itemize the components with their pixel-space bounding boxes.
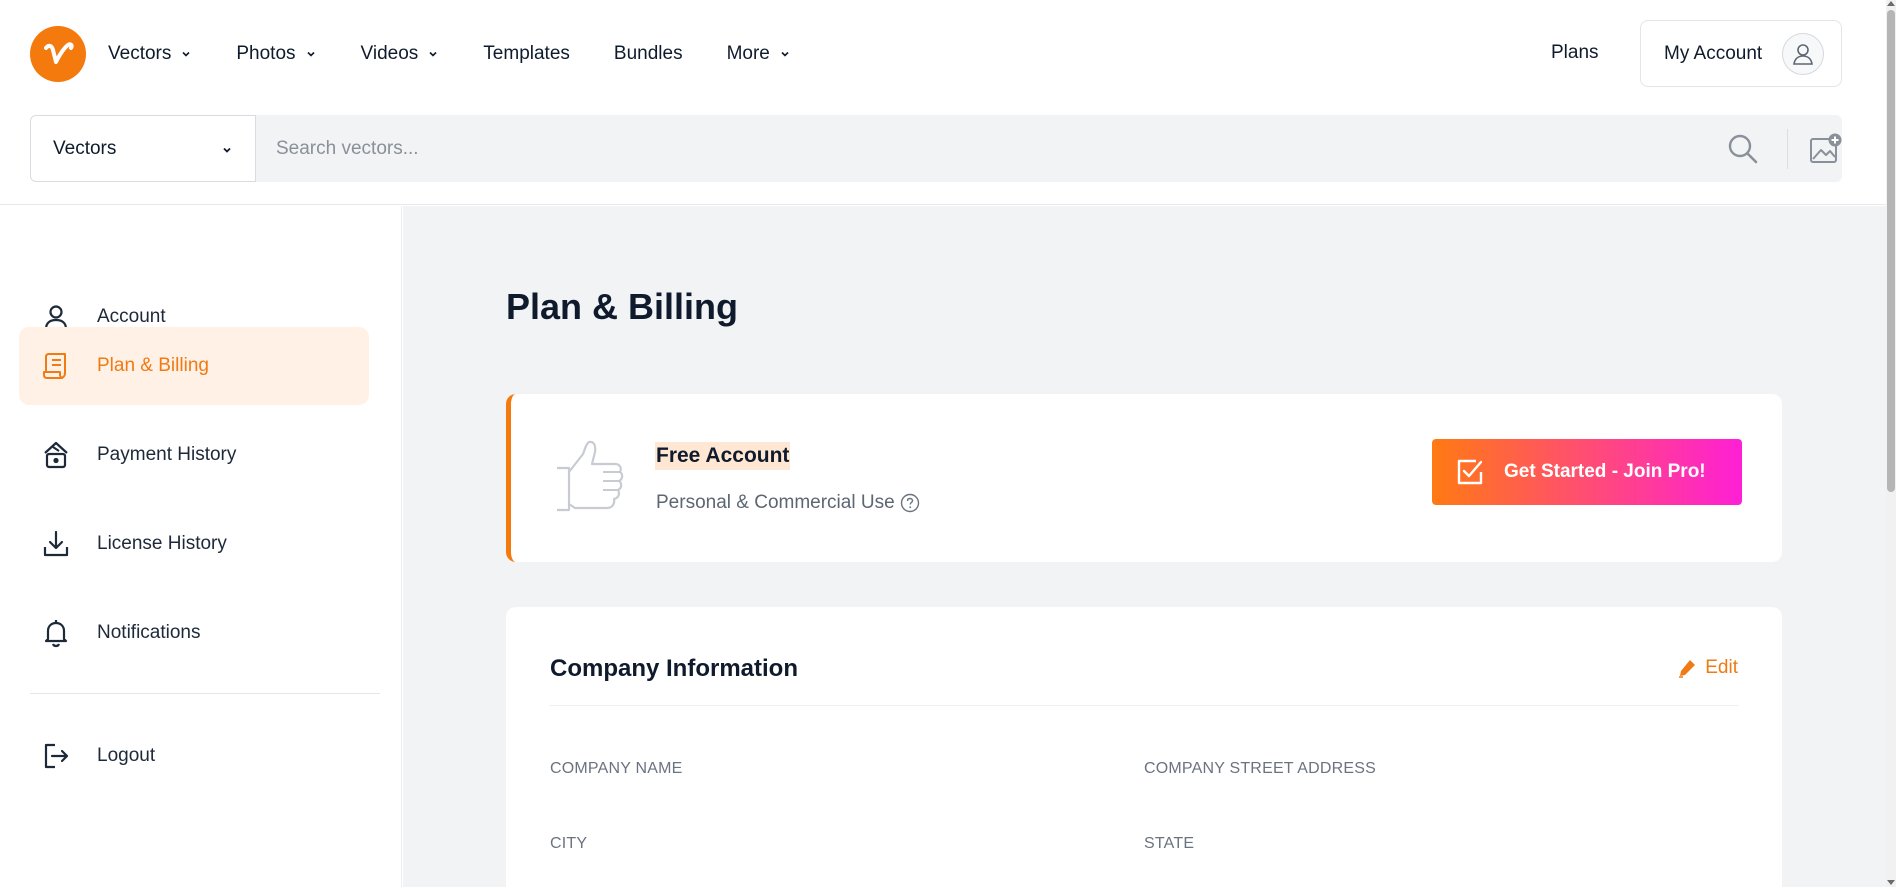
sidebar-item-label: Logout [97,745,156,766]
image-search-icon [1810,133,1842,163]
sidebar-item-label: Payment History [97,444,237,465]
join-pro-button[interactable]: Get Started - Join Pro! [1432,439,1742,505]
search-input[interactable] [276,115,1576,182]
nav-templates-label: Templates [483,43,570,64]
sidebar-item-label: License History [97,533,227,554]
sidebar-item-label: Plan & Billing [97,355,209,376]
field-label-state: STATE [1144,835,1195,852]
company-info-title: Company Information [550,655,799,682]
field-label-city: CITY [550,835,588,852]
top-header: Vectors Photos Videos Templates Bundles … [0,0,1886,205]
thumbs-up-icon [557,440,624,512]
sidebar-item-logout[interactable]: Logout [19,717,369,795]
sidebar-item-label: Notifications [97,622,201,643]
page-title: Plan & Billing [506,286,739,327]
my-account-button[interactable]: My Account [1640,20,1842,87]
nav-videos[interactable]: Videos [361,43,440,65]
sidebar-item-payment-history[interactable]: Payment History [19,416,369,494]
search-divider [1787,129,1788,169]
chevron-down-icon [223,147,231,153]
nav-vectors[interactable]: Vectors [108,43,192,65]
field-label-company-street-address: COMPANY STREET ADDRESS [1144,760,1377,777]
sidebar-item-notifications[interactable]: Notifications [19,594,369,672]
plan-card: Free Account Personal & Commercial Use G… [506,394,1782,562]
vecteezy-logo[interactable] [30,26,86,82]
field-label-company-name: COMPANY NAME [550,760,683,777]
chevron-down-icon [182,51,190,57]
plan-name: Free Account [655,442,791,470]
download-icon [41,529,71,559]
main-nav: Vectors Photos Videos Templates Bundles … [108,36,835,72]
pencil-icon [1679,660,1696,678]
nav-bundles-label: Bundles [613,43,683,64]
nav-more[interactable]: More [727,43,791,65]
scroll-up-arrow-icon[interactable] [1887,1,1895,6]
join-pro-label: Get Started - Join Pro! [1504,461,1706,482]
sidebar-item-label: Account [97,306,166,327]
chevron-down-icon [429,51,437,57]
sidebar-divider [30,693,380,694]
logo-v-icon [44,42,74,64]
payment-history-icon [41,440,71,470]
account-sidebar: Account Plan & Billing Payment History L… [0,206,402,887]
company-info-card: Company Information Edit COMPANY NAME CO… [506,607,1782,887]
user-icon [1793,44,1813,65]
nav-more-label: More [726,43,770,64]
page-scrollbar[interactable] [1886,0,1896,887]
nav-photos[interactable]: Photos [236,43,316,65]
plan-subtitle: Personal & Commercial Use [656,492,920,514]
company-divider [550,705,1738,706]
search-button[interactable] [1724,130,1762,168]
edit-company-button[interactable]: Edit [1677,657,1738,679]
nav-templates[interactable]: Templates [483,43,570,65]
bell-icon [41,618,71,648]
my-account-label: My Account [1664,42,1763,64]
logout-icon [41,741,71,771]
avatar [1782,33,1824,75]
help-icon[interactable] [900,493,920,513]
edit-label: Edit [1705,657,1738,678]
plans-link[interactable]: Plans [1551,42,1599,64]
chevron-down-icon [781,51,789,57]
search-field-container [256,115,1842,182]
sidebar-item-license-history[interactable]: License History [19,505,369,583]
search-bar: Vectors [30,115,1842,182]
receipt-icon [41,351,71,381]
nav-videos-label: Videos [360,43,419,64]
plan-subtitle-text: Personal & Commercial Use [656,492,895,513]
search-category-value: Vectors [53,137,117,159]
search-icon [1728,134,1758,164]
search-category-select[interactable]: Vectors [30,115,256,182]
chevron-down-icon [306,51,315,57]
nav-photos-label: Photos [236,43,296,64]
scroll-down-arrow-icon[interactable] [1887,880,1895,885]
sidebar-item-plan-billing[interactable]: Plan & Billing [19,327,369,405]
nav-vectors-label: Vectors [108,43,172,64]
scrollbar-thumb[interactable] [1887,10,1895,492]
image-search-button[interactable] [1806,129,1846,169]
nav-bundles[interactable]: Bundles [614,43,683,65]
main-content: Plan & Billing Free Account Personal & C… [403,206,1886,887]
checkbox-icon [1457,459,1483,485]
